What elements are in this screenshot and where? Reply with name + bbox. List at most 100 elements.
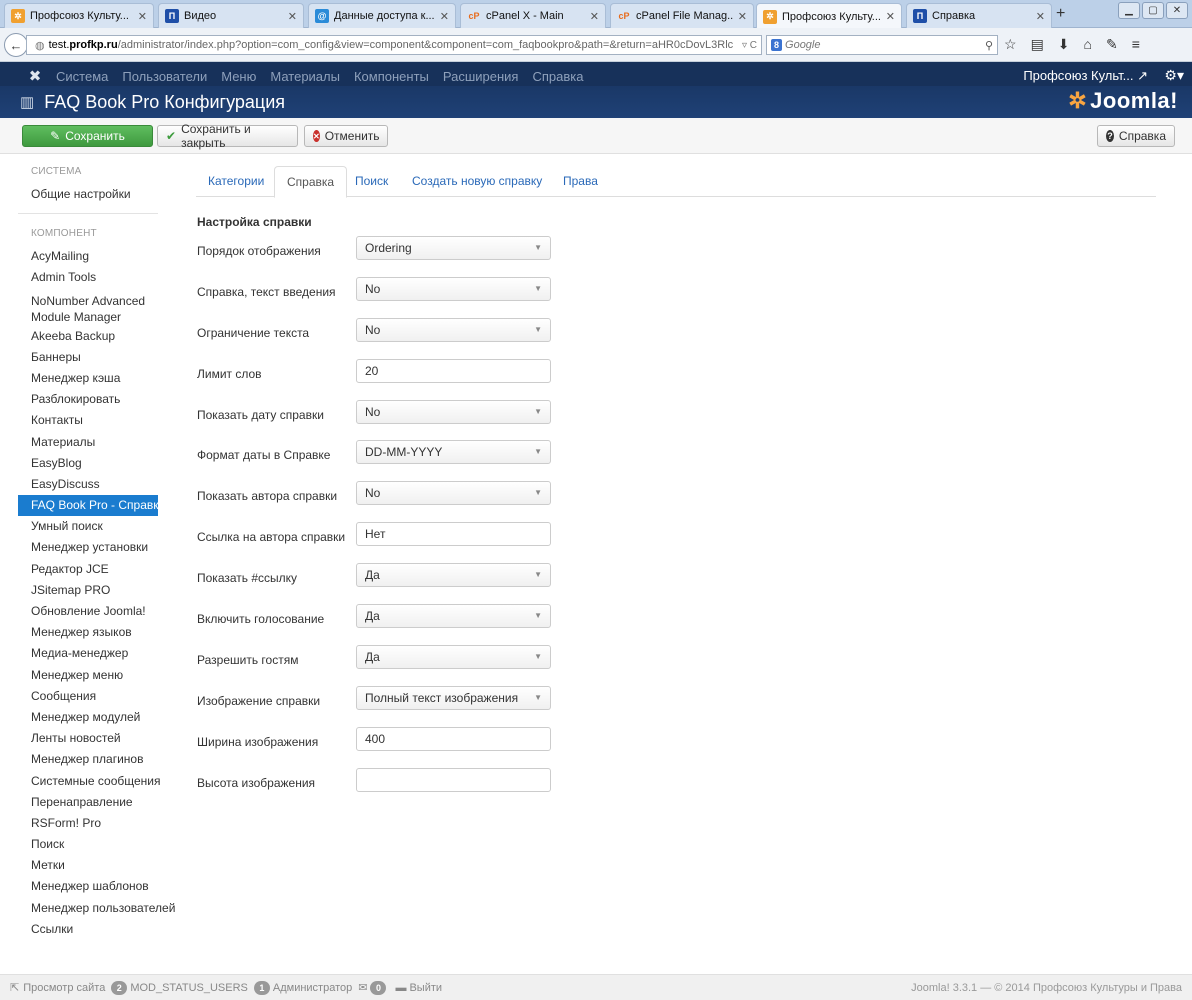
- new-tab-icon[interactable]: +: [1056, 5, 1065, 23]
- sidebar-item[interactable]: Сообщения: [18, 686, 158, 707]
- sidebar-item[interactable]: Контакты: [18, 410, 158, 431]
- ordering-select[interactable]: Ordering ▼: [356, 236, 551, 260]
- download-icon[interactable]: ⬇: [1058, 36, 1070, 53]
- menu-content[interactable]: Материалы: [270, 69, 340, 84]
- browser-tab-6[interactable]: П Справка ✕: [906, 3, 1052, 28]
- menu-components[interactable]: Компоненты: [354, 69, 429, 84]
- sidebar-item[interactable]: Ленты новостей: [18, 728, 158, 749]
- sidebar-item[interactable]: Менеджер языков: [18, 622, 158, 643]
- sidebar-item-active[interactable]: FAQ Book Pro - Справка: [18, 495, 165, 517]
- sidebar-item[interactable]: Менеджер модулей: [18, 707, 158, 728]
- messages-status[interactable]: ✉ 0: [358, 980, 389, 995]
- sidebar-item[interactable]: Менеджер кэша: [18, 368, 158, 389]
- allow-guests-select[interactable]: Да ▼: [356, 644, 551, 669]
- help-button[interactable]: ? Справка: [1097, 125, 1175, 147]
- menu-extensions[interactable]: Расширения: [443, 69, 519, 84]
- sidebar-item[interactable]: Умный поиск: [18, 516, 158, 537]
- sidebar-item[interactable]: Менеджер плагинов: [18, 749, 158, 770]
- browser-tab-4[interactable]: cP cPanel File Manag... ✕: [610, 3, 754, 28]
- sidebar-item[interactable]: Admin Tools: [18, 267, 158, 288]
- bookmark-star-icon[interactable]: ☆: [1004, 36, 1017, 53]
- search-engine-icon[interactable]: 8: [771, 39, 783, 51]
- sidebar-item[interactable]: Системные сообщения: [18, 771, 161, 792]
- sidebar-item[interactable]: Материалы: [18, 432, 158, 453]
- show-permalink-select[interactable]: Да ▼: [356, 563, 551, 588]
- sidebar-item[interactable]: Медиа-менеджер: [18, 643, 158, 664]
- sidebar-item[interactable]: JSitemap PRO: [18, 580, 158, 601]
- admin-status[interactable]: 1 Администратор: [253, 980, 352, 995]
- sidebar-item[interactable]: Менеджер шаблонов: [18, 876, 158, 897]
- save-close-button[interactable]: ✔ Сохранить и закрыть: [157, 122, 298, 150]
- image-height-input[interactable]: [356, 767, 551, 792]
- sidebar-item[interactable]: Менеджер установки: [18, 537, 158, 558]
- text-limit-select[interactable]: No ▼: [356, 317, 551, 342]
- sidebar-item[interactable]: Ссылки: [18, 919, 158, 940]
- show-date-select[interactable]: No ▼: [356, 399, 551, 424]
- sidebar-item[interactable]: RSForm! Pro: [18, 813, 158, 834]
- show-author-select[interactable]: No ▼: [356, 481, 551, 506]
- browser-tab-0[interactable]: ✲ Профсоюз Культу... ✕: [4, 3, 154, 28]
- home-icon[interactable]: ⌂: [1084, 36, 1092, 53]
- sidebar-item[interactable]: Баннеры: [18, 347, 158, 368]
- gear-icon[interactable]: ⚙▾: [1164, 67, 1184, 84]
- close-icon[interactable]: ✕: [288, 10, 297, 23]
- sidebar-item[interactable]: Менеджер меню: [18, 665, 158, 686]
- sidebar-item[interactable]: Перенаправление: [18, 792, 158, 813]
- tab-search[interactable]: Поиск: [343, 166, 400, 197]
- date-format-select[interactable]: DD-MM-YYYY ▼: [356, 440, 551, 465]
- extension-icon[interactable]: ✎: [1106, 36, 1118, 53]
- back-arrow-icon[interactable]: ←: [4, 33, 28, 57]
- sidebar-item-global-config[interactable]: Общие настройки: [18, 184, 158, 205]
- menu-users[interactable]: Пользователи: [122, 69, 207, 84]
- tab-categories[interactable]: Категории: [196, 166, 276, 197]
- close-window-icon[interactable]: ✕: [1166, 2, 1188, 19]
- browser-tab-3[interactable]: cP cPanel X - Main ✕: [460, 3, 606, 28]
- users-status[interactable]: 2 MOD_STATUS_USERS: [111, 980, 248, 995]
- close-icon[interactable]: ✕: [738, 10, 747, 23]
- search-icon[interactable]: ⚲: [985, 39, 993, 52]
- search-box[interactable]: 8 Google ⚲: [766, 35, 998, 55]
- tab-help[interactable]: Справка: [274, 166, 348, 198]
- cancel-button[interactable]: ✕ Отменить: [304, 125, 388, 147]
- menu-icon[interactable]: ≡: [1132, 36, 1140, 53]
- close-icon[interactable]: ✕: [590, 10, 599, 23]
- image-width-input[interactable]: 400: [356, 726, 551, 751]
- joomla-logo-icon[interactable]: ✖: [22, 67, 48, 85]
- save-button[interactable]: ✎ Сохранить: [22, 125, 153, 147]
- close-icon[interactable]: ✕: [138, 10, 147, 23]
- close-icon[interactable]: ✕: [440, 10, 449, 23]
- intro-text-select[interactable]: No ▼: [356, 276, 551, 301]
- sidebar-item[interactable]: Разблокировать: [18, 389, 158, 410]
- tab-permissions[interactable]: Права: [551, 166, 610, 197]
- author-link-field[interactable]: Нет: [356, 522, 551, 547]
- image-select[interactable]: Полный текст изображения ▼: [356, 685, 551, 710]
- sidebar-item[interactable]: Редактор JCE: [18, 559, 158, 580]
- close-icon[interactable]: ✕: [1036, 10, 1045, 23]
- reading-list-icon[interactable]: ▤: [1031, 36, 1044, 53]
- menu-help[interactable]: Справка: [532, 69, 583, 84]
- voting-select[interactable]: Да ▼: [356, 604, 551, 629]
- browser-tab-5[interactable]: ✲ Профсоюз Культу... ✕: [756, 3, 902, 29]
- user-menu[interactable]: Профсоюз Культ... ↗: [1023, 68, 1148, 84]
- tab-new-help[interactable]: Создать новую справку: [400, 166, 554, 197]
- sidebar-item[interactable]: EasyDiscuss: [18, 474, 158, 495]
- sidebar-item[interactable]: Akeeba Backup: [18, 326, 158, 347]
- logout-link[interactable]: ▬ Выйти: [395, 982, 442, 994]
- sidebar-item[interactable]: AcyMailing: [18, 246, 158, 267]
- sidebar-item[interactable]: Поиск: [18, 834, 158, 855]
- maximize-icon[interactable]: ▢: [1142, 2, 1164, 19]
- sidebar-item[interactable]: Обновление Joomla!: [18, 601, 158, 622]
- view-site-link[interactable]: ⇱ Просмотр сайта: [10, 981, 105, 995]
- sidebar-item[interactable]: EasyBlog: [18, 453, 158, 474]
- sidebar-item[interactable]: Менеджер пользователей: [18, 898, 175, 919]
- address-bar[interactable]: ◍ test.profkp.ru /administrator/index.ph…: [26, 35, 762, 55]
- sidebar-item[interactable]: NoNumber Advanced Module Manager: [18, 289, 158, 326]
- menu-menus[interactable]: Меню: [221, 69, 256, 84]
- browser-tab-2[interactable]: @ Данные доступа к... ✕: [308, 3, 456, 28]
- reload-icon[interactable]: ▿ C: [742, 40, 757, 51]
- word-limit-input[interactable]: 20: [356, 358, 551, 383]
- close-icon[interactable]: ✕: [886, 10, 895, 23]
- browser-tab-1[interactable]: П Видео ✕: [158, 3, 304, 28]
- sidebar-item[interactable]: Метки: [18, 855, 158, 876]
- minimize-icon[interactable]: ▁: [1118, 2, 1140, 19]
